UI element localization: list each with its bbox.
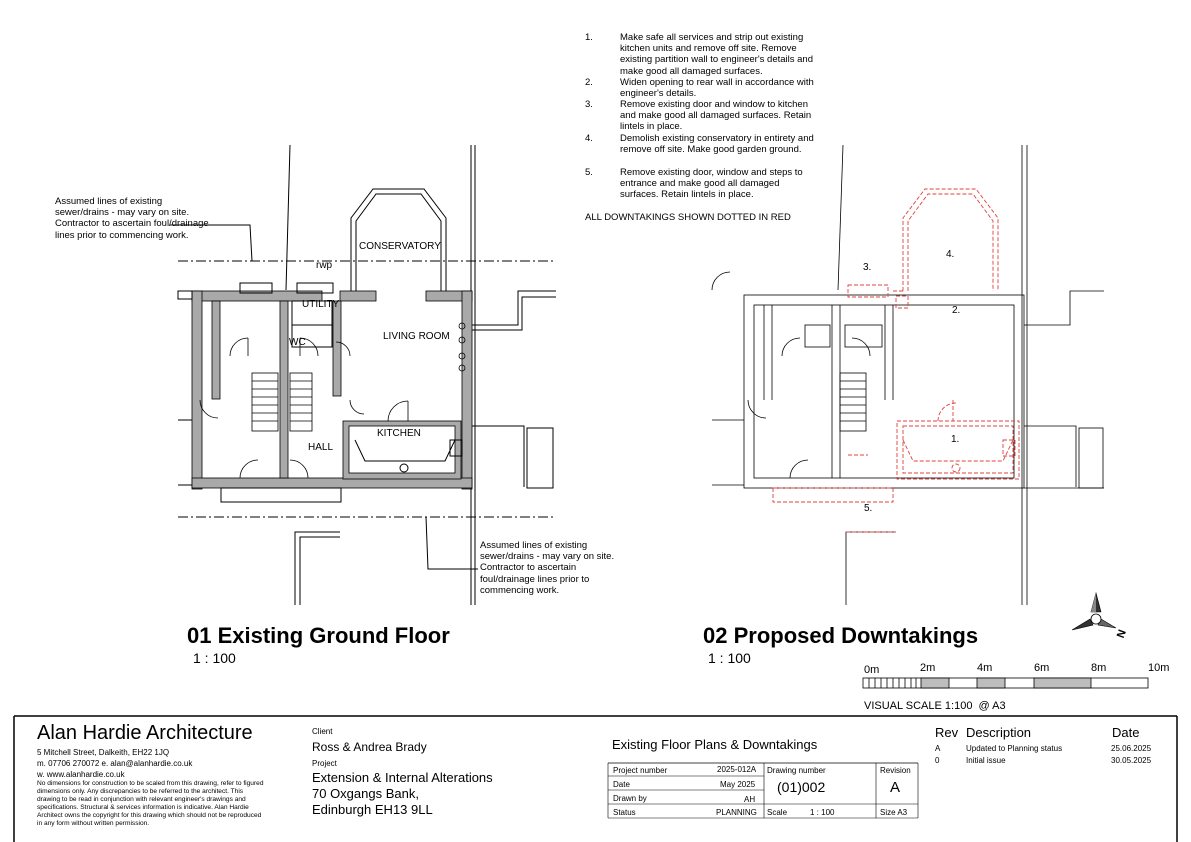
- leader-line-bottom: [425, 516, 478, 570]
- marker-4: 4.: [946, 249, 955, 260]
- downtakings-footer: ALL DOWNTAKINGS SHOWN DOTTED IN RED: [585, 212, 791, 223]
- scale-label: 10m: [1148, 662, 1170, 674]
- revision-row-rev: A: [935, 744, 941, 753]
- scale-value-tb: 1 : 100: [810, 808, 835, 817]
- project-line: Extension & Internal Alterations: [312, 770, 493, 785]
- room-label-conservatory: CONSERVATORY: [359, 241, 441, 252]
- project-line: 70 Oxgangs Bank,: [312, 786, 419, 801]
- date-col-header: Date: [1112, 725, 1140, 740]
- revision-row-date: 25.06.2025: [1111, 744, 1152, 753]
- marker-5: 5.: [864, 503, 873, 514]
- desc-col-header: Description: [966, 725, 1032, 740]
- north-arrow-icon: [1071, 591, 1117, 631]
- revision-row-rev: 0: [935, 756, 940, 765]
- drawing-number-label: Drawing number: [767, 766, 826, 775]
- existing-ground-floor-plan: [170, 144, 556, 605]
- conservatory-outline: [350, 188, 447, 291]
- drawn-by-label: Drawn by: [613, 794, 647, 803]
- room-label-utility: UTILITY: [302, 299, 340, 310]
- drain-note-bottom: Assumed lines of existing sewer/drains -…: [480, 540, 615, 596]
- drawing-title-existing: 01 Existing Ground Floor: [187, 623, 450, 648]
- room-label-kitchen: KITCHEN: [377, 428, 421, 439]
- note-number: 3.: [585, 99, 593, 110]
- status-label: Status: [613, 808, 636, 817]
- status-value: PLANNING: [716, 808, 757, 817]
- drawing-scale-existing: 1 : 100: [193, 650, 236, 666]
- room-label-hall: HALL: [308, 442, 334, 453]
- note-text: Remove existing door and window to kitch…: [620, 99, 812, 133]
- project-label: Project: [312, 759, 337, 768]
- rev-col-header: Rev: [935, 725, 959, 740]
- marker-3: 3.: [863, 262, 872, 273]
- marker-1: 1.: [951, 434, 960, 445]
- scale-label: 6m: [1034, 662, 1050, 674]
- note-number: 1.: [585, 32, 593, 43]
- revision-label: Revision: [880, 766, 911, 775]
- scale-label: 2m: [920, 662, 936, 674]
- scale-label: 4m: [977, 662, 993, 674]
- drawing-number-value: (01)002: [777, 779, 826, 795]
- note-text: Remove existing door, window and steps t…: [620, 167, 803, 201]
- note-number: 5.: [585, 167, 593, 178]
- sheet-size: Size A3: [880, 808, 908, 817]
- drawing-title-proposed: 02 Proposed Downtakings: [703, 623, 979, 648]
- firm-address: 5 Mitchell Street, Dalkeith, EH22 1JQ: [37, 748, 170, 757]
- revision-row-date: 30.05.2025: [1111, 756, 1152, 765]
- note-text: Make safe all services and strip out exi…: [620, 32, 813, 77]
- revision-row-desc: Updated to Planning status: [966, 744, 1063, 753]
- firm-web: w. www.alanhardie.co.uk: [37, 770, 125, 779]
- label-rwp: rwp: [316, 260, 333, 271]
- revision-value: A: [890, 779, 901, 796]
- drawing-scale-proposed: 1 : 100: [708, 650, 751, 666]
- scale-label: 8m: [1091, 662, 1107, 674]
- date-value: May 2025: [720, 780, 756, 789]
- room-label-living: LIVING ROOM: [383, 331, 450, 342]
- drain-note-top: Assumed lines of existing sewer/drains -…: [55, 196, 209, 241]
- project-line: Edinburgh EH13 9LL: [312, 802, 433, 817]
- marker-2: 2.: [952, 305, 961, 316]
- revision-row-desc: Initial issue: [966, 756, 1006, 765]
- date-label: Date: [613, 780, 630, 789]
- note-number: 2.: [585, 77, 593, 88]
- sheet-title: Existing Floor Plans & Downtakings: [612, 737, 818, 752]
- scale-caption: VISUAL SCALE 1:100 @ A3: [864, 700, 1006, 712]
- demolition-outlines: [772, 188, 1020, 533]
- scale-bar: [862, 677, 1149, 689]
- note-text: Widen opening to rear wall in accordance…: [620, 77, 814, 100]
- firm-name: Alan Hardie Architecture: [37, 722, 253, 744]
- drawn-by-value: AH: [744, 795, 756, 804]
- note-number: 4.: [585, 133, 593, 144]
- project-number-label: Project number: [613, 766, 668, 775]
- scale-label: 0m: [864, 664, 880, 676]
- disclaimer: No dimensions for construction to be sca…: [37, 780, 264, 827]
- firm-contact: m. 07706 270072 e. alan@alanhardie.co.uk: [37, 759, 193, 768]
- floor-plans-drawing: [13, 144, 1178, 842]
- note-text: Demolish existing conservatory in entire…: [620, 133, 814, 156]
- room-label-wc: WC: [289, 337, 306, 348]
- client-name: Ross & Andrea Brady: [312, 740, 427, 754]
- client-label: Client: [312, 727, 333, 736]
- scale-label-tb: Scale: [767, 808, 788, 817]
- project-number-value: 2025-012A: [717, 765, 757, 774]
